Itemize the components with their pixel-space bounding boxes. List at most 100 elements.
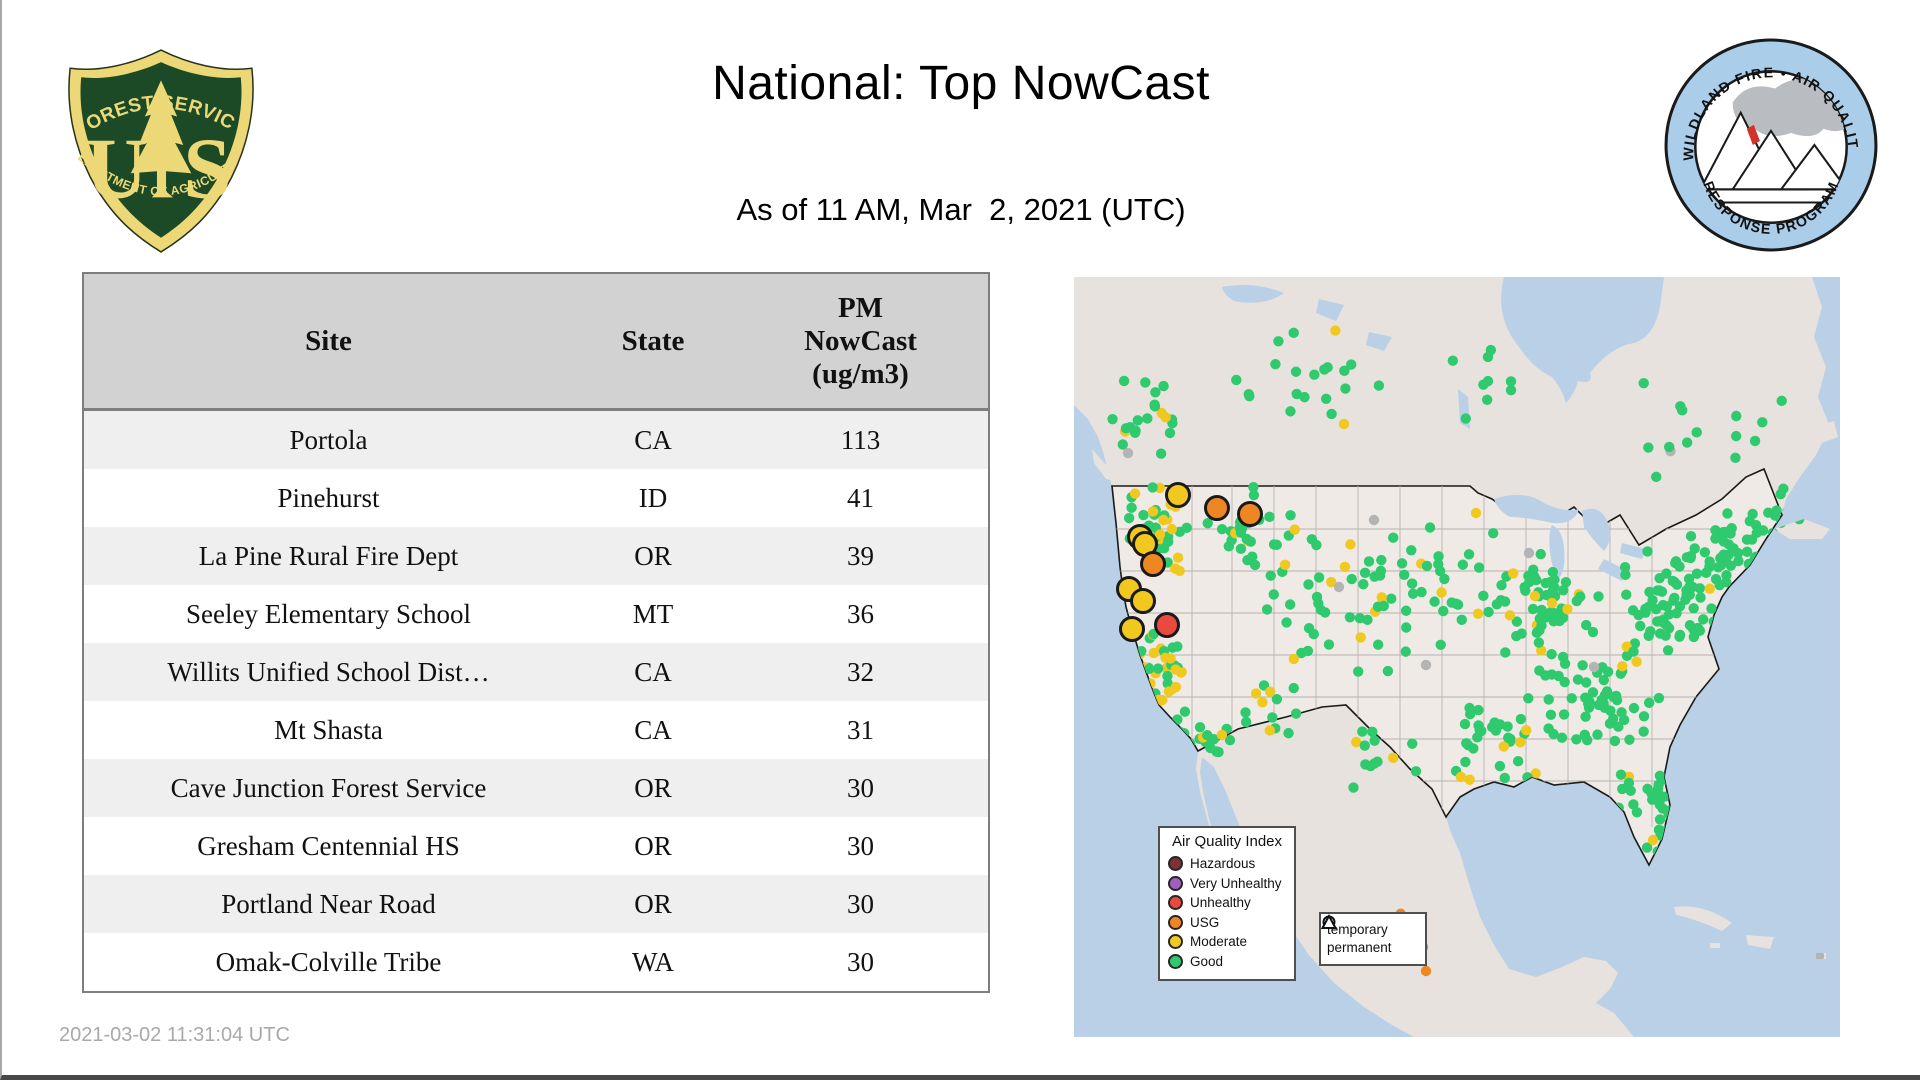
monitor-dot: [1216, 523, 1228, 535]
monitor-dot: [1685, 552, 1696, 564]
monitor-dot: [1529, 590, 1541, 602]
cell-value: 32: [847, 656, 874, 687]
top-site-marker: [1204, 495, 1230, 521]
monitor-dot: [1581, 619, 1592, 631]
monitor-dot: [1290, 708, 1302, 719]
top-site-marker: [1119, 616, 1145, 642]
monitor-dot: [1326, 408, 1337, 420]
monitor-dot: [1623, 777, 1635, 789]
monitor-dot: [1363, 556, 1375, 567]
legend-label: Moderate: [1190, 934, 1248, 949]
monitor-dot: [1499, 772, 1510, 784]
monitor-dot: [1368, 514, 1380, 526]
monitor-dot: [1694, 583, 1706, 594]
monitor-dot: [1481, 394, 1493, 405]
monitor-dot: [1429, 596, 1440, 607]
report-page: FOREST SERVICE U S DEPARTMENT OF AGRICUL…: [0, 0, 1920, 1080]
monitor-dot: [1340, 383, 1351, 394]
marker-legend-item: temporary: [1322, 915, 1419, 939]
monitor-dot: [1401, 622, 1412, 633]
monitor-dot: [1593, 591, 1604, 602]
monitor-dot: [1653, 692, 1665, 704]
monitor-dot: [1771, 505, 1782, 516]
legend-swatch-very_unhealthy: [1168, 875, 1183, 891]
monitor-dot: [1721, 570, 1732, 581]
monitor-dot: [1279, 559, 1291, 571]
monitor-dot: [1642, 546, 1653, 557]
legend-item: Moderate: [1168, 932, 1286, 952]
monitor-dot: [1273, 336, 1284, 347]
monitor-dot: [1741, 546, 1753, 557]
cell-site: Pinehurst: [277, 482, 380, 513]
monitor-dot: [1675, 401, 1686, 412]
monitor-dot: [1645, 626, 1656, 637]
monitor-dot: [1270, 358, 1281, 370]
monitor-dot: [1500, 647, 1511, 658]
monitor-dot: [1285, 510, 1296, 521]
monitor-dot: [1313, 572, 1325, 583]
monitor-dot: [1120, 423, 1132, 434]
monitor-dot: [1566, 693, 1577, 704]
monitor-dot: [1338, 418, 1350, 430]
monitor-dot: [1528, 573, 1539, 585]
monitor-dot: [1470, 507, 1482, 519]
monitor-dot: [1653, 779, 1664, 791]
legend-swatch-usg: [1168, 914, 1183, 930]
monitor-dot: [1242, 555, 1253, 566]
monitor-dot: [1706, 603, 1717, 614]
legend-swatch-good: [1168, 953, 1183, 969]
monitor-dot: [1216, 729, 1228, 741]
monitor-dot: [1751, 527, 1763, 538]
aqi-legend: Air Quality Index Hazardous Very Unhealth…: [1158, 826, 1296, 981]
cell-site: Gresham Centennial HS: [197, 830, 460, 861]
monitor-dot: [1169, 563, 1181, 574]
monitor-dot: [1142, 413, 1153, 424]
monitor-dot: [1553, 670, 1564, 682]
monitor-dot: [1248, 489, 1260, 501]
monitor-dot: [1333, 581, 1345, 593]
monitor-dot: [1129, 488, 1141, 499]
monitor-dot: [1378, 600, 1389, 612]
monitor-dot: [1420, 659, 1432, 671]
column-header-0: Site: [83, 273, 573, 411]
monitor-dot: [1213, 746, 1224, 758]
cell-state: OR: [634, 888, 672, 919]
legend-label: Good: [1190, 953, 1224, 969]
table-row: Pinehurst ID 41: [83, 469, 989, 527]
monitor-dot: [1731, 410, 1742, 422]
monitor-dot: [1628, 799, 1639, 810]
monitor-dot: [1359, 567, 1371, 579]
monitor-dot: [1689, 543, 1700, 554]
monitor-dot: [1407, 588, 1419, 599]
monitor-dot: [1714, 579, 1725, 591]
monitor-dot: [1704, 556, 1715, 567]
monitor-dot: [1149, 399, 1160, 410]
cell-value: 30: [847, 772, 874, 803]
monitor-dot: [1346, 359, 1357, 370]
table-row: Mt Shasta CA 31: [83, 701, 989, 759]
cell-value: 41: [847, 482, 874, 513]
marker-type-legend: temporary permanent: [1319, 912, 1427, 966]
monitor-dot: [1559, 658, 1571, 670]
legend-item: Good: [1168, 952, 1286, 972]
table-header-row: Site State PM NowCast (ug/m3): [83, 273, 989, 411]
monitor-dot: [1549, 582, 1560, 593]
monitor-dot: [1747, 508, 1758, 520]
monitor-dot: [1508, 568, 1519, 579]
monitor-dot: [1244, 390, 1255, 402]
cell-site: Portola: [289, 424, 368, 455]
monitor-dot: [1694, 625, 1706, 636]
legend-label: USG: [1190, 914, 1220, 930]
monitor-dot: [1345, 539, 1356, 550]
monitor-dot: [1406, 578, 1418, 589]
monitor-dot: [1654, 814, 1666, 825]
monitor-dot: [1674, 631, 1685, 642]
monitor-dot: [1571, 595, 1582, 607]
monitor-dot: [1572, 674, 1584, 685]
monitor-dot: [1288, 653, 1300, 665]
monitor-dot: [1615, 769, 1627, 780]
monitor-dot: [1400, 646, 1411, 657]
monitor-dot: [1499, 596, 1511, 607]
monitor-dot: [1352, 666, 1364, 677]
cell-state: MT: [632, 598, 674, 629]
